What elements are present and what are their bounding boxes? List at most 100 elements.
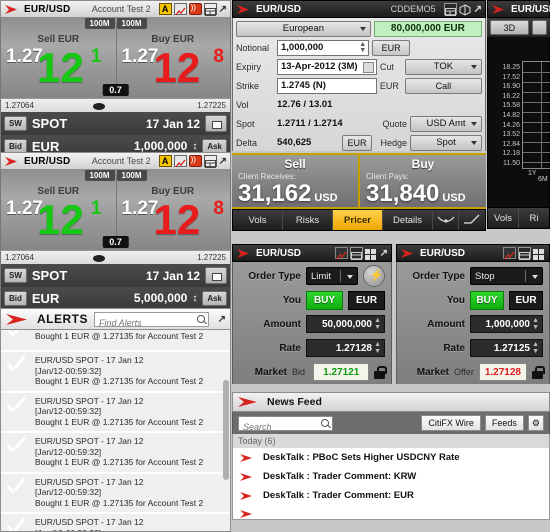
ask-button[interactable]: Ask [202,290,227,306]
value-date[interactable]: 17 Jan 12 [146,269,200,283]
stepper-icon[interactable]: ▲ ▼ [359,41,366,54]
list-item[interactable]: EUR/USD SPOT - 17 Jan 12 [Jan/12-00:59:3… [1,392,230,433]
check-icon[interactable] [3,436,29,462]
grid-plus-icon[interactable] [349,247,363,260]
strike-input[interactable]: 1.2745 (N) [277,77,377,94]
a-badge-icon[interactable]: A [158,3,172,15]
rss-icon[interactable] [188,3,202,15]
notional-input[interactable]: 1,000,000 ▲ ▼ [277,39,370,56]
order-1-titlebar[interactable]: EUR/USD ↗ [232,244,392,262]
check-icon[interactable] [3,517,29,531]
notional-ccy-button[interactable]: EUR [372,39,411,56]
lock-icon[interactable] [532,365,545,379]
chart-icon[interactable] [503,247,516,260]
stepper-icon[interactable]: ▲ ▼ [532,317,539,331]
list-item[interactable]: EUR/USD SPOT - 17 Jan 12 [Jan/12-00:59:3… [1,352,230,393]
notional-value[interactable]: 5,000,000 [134,291,187,305]
list-item[interactable] [233,505,549,519]
rate-input[interactable]: 1.27125 ▲ ▼ [470,339,543,357]
alerts-list[interactable]: [Jan/12-00:59:32] Bought 1 EUR @ 1.27135… [0,330,231,532]
list-item[interactable]: DeskTalk : Trader Comment: KRW [233,467,549,486]
popout-icon[interactable]: ↗ [218,314,226,325]
list-item[interactable]: DeskTalk : Trader Comment: EUR [233,486,549,505]
order-type-select[interactable]: Stop [470,267,543,285]
grid-plus-icon[interactable] [203,155,217,168]
news-search-input[interactable] [239,420,332,433]
amount-input[interactable]: 1,000,000 ▲ ▼ [470,315,543,333]
cut-select[interactable]: TOK [404,58,482,75]
tiles-icon[interactable] [364,247,378,260]
tab-risks[interactable]: Risks [283,210,333,230]
tiles-icon[interactable] [533,247,546,260]
news-header[interactable]: News Feed [232,392,550,412]
calendar-icon[interactable] [205,115,227,132]
grid-plus-icon[interactable] [203,3,217,16]
list-item[interactable]: DeskTalk : PBoC Sets Higher USDCNY Rate [233,448,549,467]
spot-tile-2-titlebar[interactable]: EUR/USD Account Test 2 A ↗ [0,152,231,170]
stepper-icon[interactable]: ▲ ▼ [374,341,381,355]
grid-plus-icon[interactable] [443,3,457,16]
popout-icon[interactable]: ↗ [474,4,482,15]
calendar-icon[interactable] [362,61,374,73]
tab-pricer[interactable]: Pricer [333,210,383,230]
vol-extra-select[interactable] [531,20,547,35]
tab-vols[interactable]: Vols [233,210,283,230]
rss-icon[interactable] [188,155,202,167]
sell-side-2[interactable]: Sell EUR 1.27 12 1 [1,170,116,250]
sw-button[interactable]: SW [4,116,27,131]
value-date[interactable]: 17 Jan 12 [146,117,200,131]
buy-side-2[interactable]: Buy EUR 1.27 12 8 [116,170,231,250]
vol-view-select[interactable]: 3D [490,20,529,35]
vol-surface-chart[interactable]: 18.25 17.52 16.90 16.22 15.58 14.82 14.2… [487,37,550,207]
check-icon[interactable] [3,355,29,381]
pricer-buy-panel[interactable]: Buy Client Pays: 31,840 USD [358,155,486,207]
lightning-icon[interactable] [363,265,385,287]
chart-icon[interactable] [173,3,187,16]
order-type-select[interactable]: Limit [306,267,358,285]
delta-ccy-button[interactable]: EUR [342,134,372,151]
notional-stepper[interactable]: ↕ [192,293,197,304]
sell-side-1[interactable]: Sell EUR 1.27 12 1 [1,18,116,98]
gear-icon[interactable]: ⚙ [527,415,544,431]
call-button[interactable]: Call [404,77,482,94]
ccy-button[interactable]: EUR [509,290,543,310]
chart-icon[interactable] [173,155,187,168]
check-icon[interactable] [3,477,29,503]
list-item[interactable]: EUR/USD SPOT - 17 Jan 12 [Jan/12-00:59:3… [1,514,230,531]
a-badge-icon[interactable]: A [158,155,172,167]
pricer-titlebar[interactable]: EUR/USD CDDEMO5 ↗ [232,0,486,18]
pricer-sell-panel[interactable]: Sell Client Receives: 31,162 USD [232,155,358,207]
amount-input[interactable]: 50,000,000 ▲ ▼ [306,315,385,333]
stepper-icon[interactable]: ▲ ▼ [374,317,381,331]
bid-button[interactable]: Bid [4,290,27,306]
tab-risks[interactable]: Ri [519,208,549,228]
vol-titlebar[interactable]: EUR/USD [487,0,550,18]
check-icon[interactable] [3,396,29,422]
alerts-search-input[interactable] [95,316,208,329]
list-item[interactable]: [Jan/12-00:59:32] Bought 1 EUR @ 1.27135… [1,330,230,352]
news-search[interactable] [238,415,333,433]
stepper-icon[interactable]: ▲ ▼ [532,341,539,355]
order-2-titlebar[interactable]: EUR/USD [396,244,550,262]
rate-input[interactable]: 1.27128 ▲ ▼ [306,339,385,357]
option-style-select[interactable]: European [236,20,371,37]
spot-tile-1-titlebar[interactable]: EUR/USD Account Test 2 A ↗ [0,0,231,18]
chart-icon[interactable] [334,247,348,260]
buy-button[interactable]: BUY [470,290,504,310]
alerts-header[interactable]: ALERTS ↗ [0,308,231,330]
ccy-button[interactable]: EUR [348,290,385,310]
tab-details[interactable]: Details [383,210,433,230]
list-item[interactable]: EUR/USD SPOT - 17 Jan 12 [Jan/12-00:59:3… [1,473,230,514]
cube-icon[interactable] [459,3,472,16]
grid-plus-icon[interactable] [518,247,531,260]
alerts-search[interactable] [94,311,209,329]
calendar-icon[interactable] [205,267,227,284]
lock-icon[interactable] [374,365,387,379]
citifx-wire-button[interactable]: CitiFX Wire [421,415,481,431]
feeds-button[interactable]: Feeds [484,415,524,431]
hedge-select[interactable]: Spot [410,134,482,151]
popout-icon[interactable]: ↗ [219,4,227,15]
payoff-chart-icon[interactable] [459,210,485,230]
popout-icon[interactable]: ↗ [380,248,388,259]
sw-button[interactable]: SW [4,268,27,283]
